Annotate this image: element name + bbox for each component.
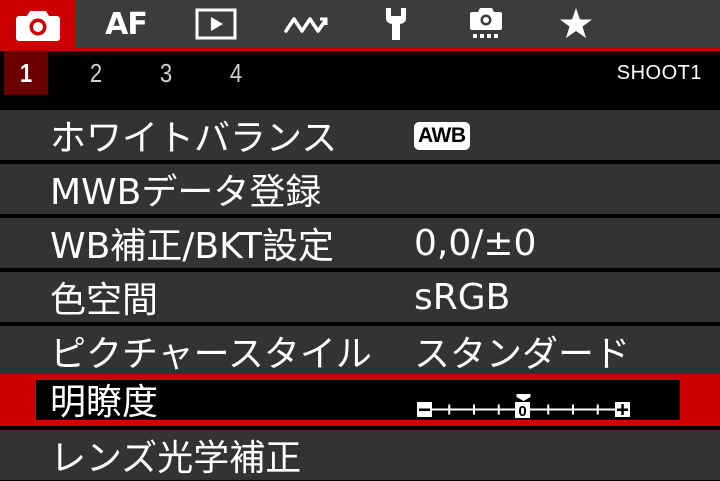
camera-icon — [16, 11, 60, 41]
tab-af[interactable]: AF — [86, 0, 166, 48]
menu-item-label: レンズ光学補正 — [50, 438, 302, 479]
tab-af-label: AF — [105, 6, 148, 42]
playback-icon — [195, 8, 237, 40]
menu-item-label: MWBデータ登録 — [50, 172, 322, 213]
menu-item-white-balance[interactable]: ホワイトバランス AWB — [0, 110, 720, 160]
wrench-icon — [386, 8, 406, 40]
menu-item-label: ホワイトバランス — [50, 118, 338, 159]
tab-playback[interactable] — [176, 0, 256, 48]
menu-item-label: ピクチャースタイル — [50, 334, 372, 375]
page-code: SHOOT1 — [616, 61, 702, 84]
page-tab-1[interactable]: 1 — [3, 51, 49, 95]
tab-shooting[interactable] — [0, 0, 76, 50]
clarity-scale[interactable]: − + 0 — [414, 374, 640, 424]
menu-item-lens-correction[interactable]: レンズ光学補正 — [0, 430, 720, 480]
scale-max-sign-v — [621, 404, 624, 415]
menu-item-label: WB補正/BKT設定 — [50, 226, 334, 267]
tab-my-menu[interactable] — [536, 0, 616, 48]
menu-item-wb-shift[interactable]: WB補正/BKT設定 0,0/±0 — [0, 218, 720, 268]
page-tab-4[interactable]: 4 — [219, 51, 253, 95]
scale-min-sign — [419, 408, 430, 411]
tab-wireless[interactable] — [266, 0, 346, 48]
awb-badge: AWB — [414, 122, 470, 150]
menu-item-value: AWB — [414, 110, 470, 160]
page-tab-3[interactable]: 3 — [149, 51, 183, 95]
menu-item-clarity[interactable]: 明瞭度 − + 0 — [0, 374, 720, 426]
menu-item-picture-style[interactable]: ピクチャースタイル スタンダード — [0, 326, 720, 376]
tab-setup[interactable] — [356, 0, 436, 48]
page-selector: 1 2 3 4 SHOOT1 — [0, 51, 720, 95]
custom-camera-icon — [470, 8, 502, 38]
menu-item-value: 0,0/±0 — [414, 222, 537, 264]
tab-custom-functions[interactable] — [446, 0, 526, 48]
scale-value-marker — [516, 394, 531, 401]
menu-item-label: 色空間 — [50, 280, 159, 321]
scale-center-label: 0 — [518, 403, 526, 420]
wave-icon — [284, 17, 328, 33]
category-tab-bar: AF — [0, 0, 720, 50]
menu-item-mwb-data[interactable]: MWBデータ登録 — [0, 164, 720, 214]
page-tab-2[interactable]: 2 — [79, 51, 113, 95]
menu-item-label: 明瞭度 — [50, 382, 159, 423]
menu-item-value: sRGB — [414, 276, 511, 318]
menu-item-value: スタンダード — [414, 334, 631, 375]
star-icon — [560, 8, 592, 38]
menu-item-color-space[interactable]: 色空間 sRGB — [0, 272, 720, 322]
